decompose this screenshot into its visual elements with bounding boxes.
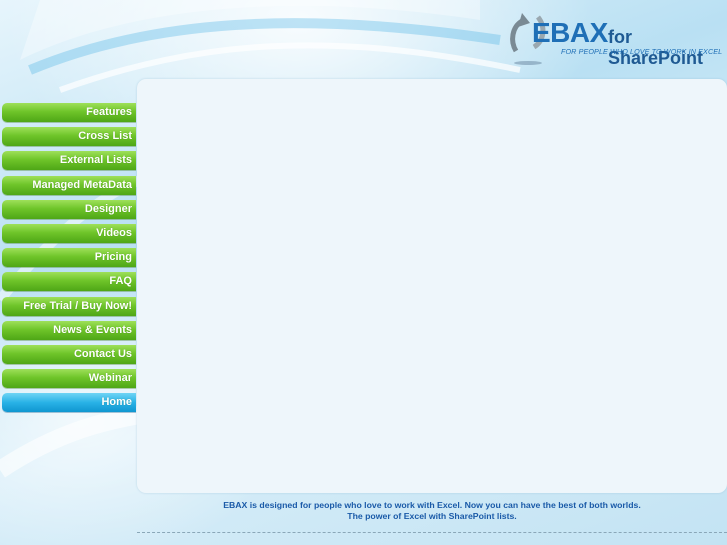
nav-item-news-events[interactable]: News & Events — [2, 320, 136, 340]
logo-ebax-text: EBAX — [532, 17, 608, 48]
nav-item-pricing[interactable]: Pricing — [2, 248, 136, 268]
footer-divider — [137, 532, 727, 533]
nav-item-faq[interactable]: FAQ — [2, 272, 136, 292]
nav-item-home[interactable]: Home — [2, 393, 136, 413]
main-content-panel — [137, 79, 727, 493]
nav-item-external-lists[interactable]: External Lists — [2, 151, 136, 171]
nav-item-webinar[interactable]: Webinar — [2, 369, 136, 389]
nav-item-managed-metadata[interactable]: Managed MetaData — [2, 175, 136, 195]
nav-item-designer[interactable]: Designer — [2, 199, 136, 219]
nav-item-features[interactable]: Features — [2, 103, 136, 122]
sidebar-nav: Features Cross List External Lists Manag… — [2, 103, 136, 417]
nav-item-cross-list[interactable]: Cross List — [2, 127, 136, 147]
logo-tagline: FOR PEOPLE WHO LOVE TO WORK IN EXCEL — [561, 47, 723, 56]
footer-line-2: The power of Excel with SharePoint lists… — [347, 511, 517, 521]
footer-text: EBAX is designed for people who love to … — [137, 500, 727, 522]
nav-item-free-trial-buy-now[interactable]: Free Trial / Buy Now! — [2, 296, 136, 316]
nav-item-contact-us[interactable]: Contact Us — [2, 344, 136, 364]
ebax-logo[interactable]: EBAX for SharePoint FOR PEOPLE WHO LOVE … — [508, 5, 723, 70]
footer-line-1: EBAX is designed for people who love to … — [223, 500, 641, 510]
nav-item-videos[interactable]: Videos — [2, 223, 136, 243]
